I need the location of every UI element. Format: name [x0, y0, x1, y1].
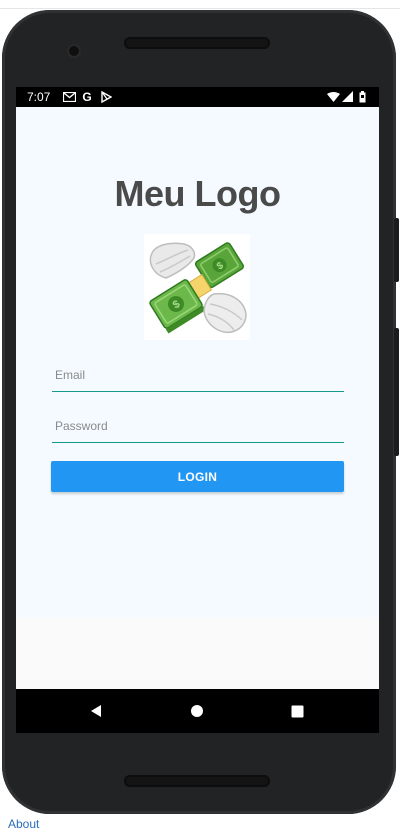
navigation-bar [16, 689, 379, 733]
play-store-icon [100, 90, 112, 103]
status-time: 7:07 [27, 90, 51, 104]
email-field[interactable]: Email [52, 359, 344, 392]
bottom-speaker [124, 775, 270, 787]
signal-icon [341, 90, 353, 103]
flying-money-icon: $ $ [144, 234, 250, 340]
email-placeholder: Email [55, 368, 86, 382]
power-button [394, 218, 399, 282]
logo-title: Meu Logo [114, 173, 281, 214]
wifi-icon [326, 90, 340, 103]
home-icon[interactable] [172, 689, 222, 733]
google-icon: G [82, 89, 92, 104]
earpiece-speaker [124, 37, 270, 49]
device-screen: 7:07 G Meu Logo $ $ Email Password LOGIN [16, 87, 379, 733]
password-placeholder: Password [55, 419, 108, 433]
password-field[interactable]: Password [52, 410, 344, 443]
status-bar: 7:07 G [16, 87, 379, 107]
browser-top-divider [0, 0, 400, 9]
login-button[interactable]: LOGIN [51, 461, 344, 492]
about-link[interactable]: About [8, 817, 39, 831]
recents-icon[interactable] [272, 689, 322, 733]
battery-icon [358, 90, 366, 103]
volume-button [394, 328, 399, 456]
back-icon[interactable] [71, 689, 121, 733]
login-screen: Meu Logo $ $ Email Password LOGIN [16, 107, 379, 617]
gmail-icon [62, 90, 76, 103]
front-camera [69, 46, 79, 56]
